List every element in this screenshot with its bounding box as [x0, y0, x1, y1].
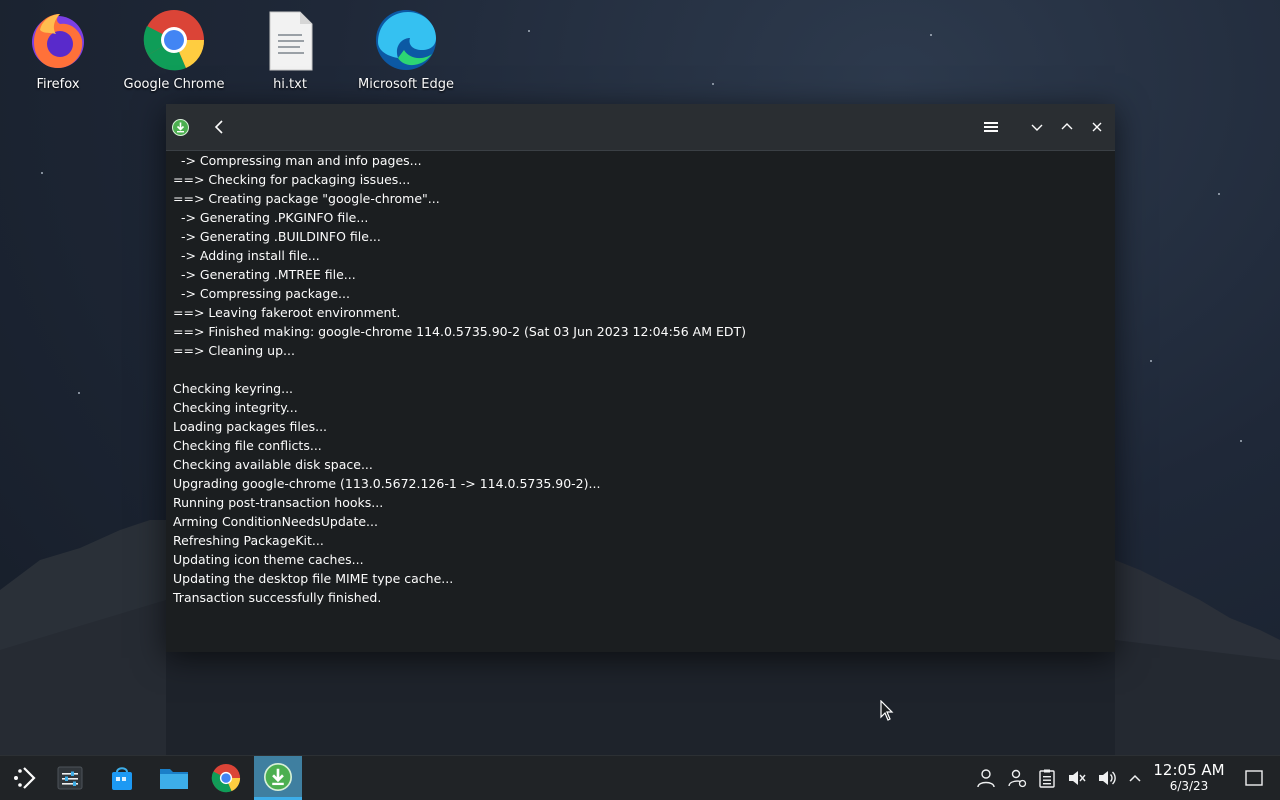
log-line: Refreshing PackageKit...	[173, 533, 324, 548]
log-line: -> Compressing man and info pages...	[173, 153, 422, 168]
taskbar-discover-store[interactable]	[98, 756, 146, 800]
maximize-button[interactable]	[1058, 118, 1076, 136]
clipboard-icon[interactable]	[1037, 768, 1057, 788]
installer-window: -> Compressing man and info pages... ==> …	[166, 104, 1115, 652]
log-line: Checking file conflicts...	[173, 438, 322, 453]
taskbar-installer-window[interactable]	[254, 756, 302, 800]
show-desktop-button[interactable]	[1244, 768, 1264, 788]
clock-time: 12:05 AM	[1153, 761, 1225, 779]
taskbar-google-chrome[interactable]	[202, 756, 250, 800]
log-line: Checking keyring...	[173, 381, 294, 396]
download-install-icon	[172, 119, 189, 136]
minimize-button[interactable]	[1028, 118, 1046, 136]
desktop-icon-label: Google Chrome	[123, 77, 225, 92]
desktop-icon-label: Firefox	[36, 77, 80, 92]
store-icon	[112, 767, 132, 790]
log-line: Transaction successfully finished.	[173, 590, 382, 605]
log-line: Upgrading google-chrome (113.0.5672.126-…	[173, 476, 601, 491]
log-line: Updating icon theme caches...	[173, 552, 364, 567]
log-line: -> Generating .MTREE file...	[173, 267, 356, 282]
desktop-icon-label: Microsoft Edge	[357, 77, 454, 92]
log-line: Loading packages files...	[173, 419, 328, 434]
window-titlebar[interactable]	[166, 104, 1115, 151]
log-line: ==> Cleaning up...	[173, 343, 295, 358]
taskbar-file-manager[interactable]	[150, 756, 198, 800]
clock-date: 6/3/23	[1169, 779, 1209, 793]
log-line: -> Generating .PKGINFO file...	[173, 210, 369, 225]
digital-clock[interactable]: 12:05 AM 6/3/23	[1148, 761, 1230, 794]
desktop-icon-google-chrome[interactable]: Google Chrome	[116, 8, 232, 92]
user-switch-icon[interactable]	[1007, 768, 1027, 788]
log-line: Arming ConditionNeedsUpdate...	[173, 514, 378, 529]
text-file-icon	[258, 8, 322, 72]
folder-icon	[160, 769, 188, 789]
application-launcher-button[interactable]	[0, 756, 48, 800]
download-install-icon	[264, 762, 292, 791]
log-line: ==> Checking for packaging issues...	[173, 172, 411, 187]
hamburger-menu-button[interactable]	[981, 118, 1001, 136]
close-button[interactable]	[1088, 118, 1106, 136]
speaker-muted-icon[interactable]	[1067, 768, 1087, 788]
log-line: ==> Finished making: google-chrome 114.0…	[173, 324, 747, 339]
edge-icon	[374, 8, 438, 72]
log-line: -> Generating .BUILDINFO file...	[173, 229, 381, 244]
log-line: -> Adding install file...	[173, 248, 320, 263]
user-icon[interactable]	[976, 768, 996, 788]
log-line: Checking integrity...	[173, 400, 298, 415]
log-line: Running post-transaction hooks...	[173, 495, 384, 510]
desktop-icon-microsoft-edge[interactable]: Microsoft Edge	[348, 8, 464, 92]
application-launcher-icon	[14, 767, 36, 789]
desktop-icon-hi-txt[interactable]: hi.txt	[232, 8, 348, 92]
log-line: Checking available disk space...	[173, 457, 373, 472]
mouse-cursor	[880, 700, 894, 721]
taskbar-system-settings[interactable]	[46, 756, 94, 800]
log-line: ==> Leaving fakeroot environment.	[173, 305, 401, 320]
taskbar: 12:05 AM 6/3/23	[0, 755, 1280, 800]
terminal-output: -> Compressing man and info pages... ==> …	[173, 151, 1107, 607]
speaker-icon[interactable]	[1097, 768, 1117, 788]
back-button[interactable]	[210, 117, 228, 137]
desktop-icon-label: hi.txt	[273, 77, 307, 92]
chrome-icon	[142, 8, 206, 72]
log-line: Updating the desktop file MIME type cach…	[173, 571, 454, 586]
log-line: ==> Creating package "google-chrome"...	[173, 191, 440, 206]
chevron-up-icon[interactable]	[1125, 768, 1145, 788]
chrome-icon	[211, 763, 241, 793]
settings-sliders-icon	[57, 766, 83, 790]
firefox-icon	[26, 8, 90, 72]
log-line: -> Compressing package...	[173, 286, 350, 301]
desktop-icon-firefox[interactable]: Firefox	[0, 8, 116, 92]
